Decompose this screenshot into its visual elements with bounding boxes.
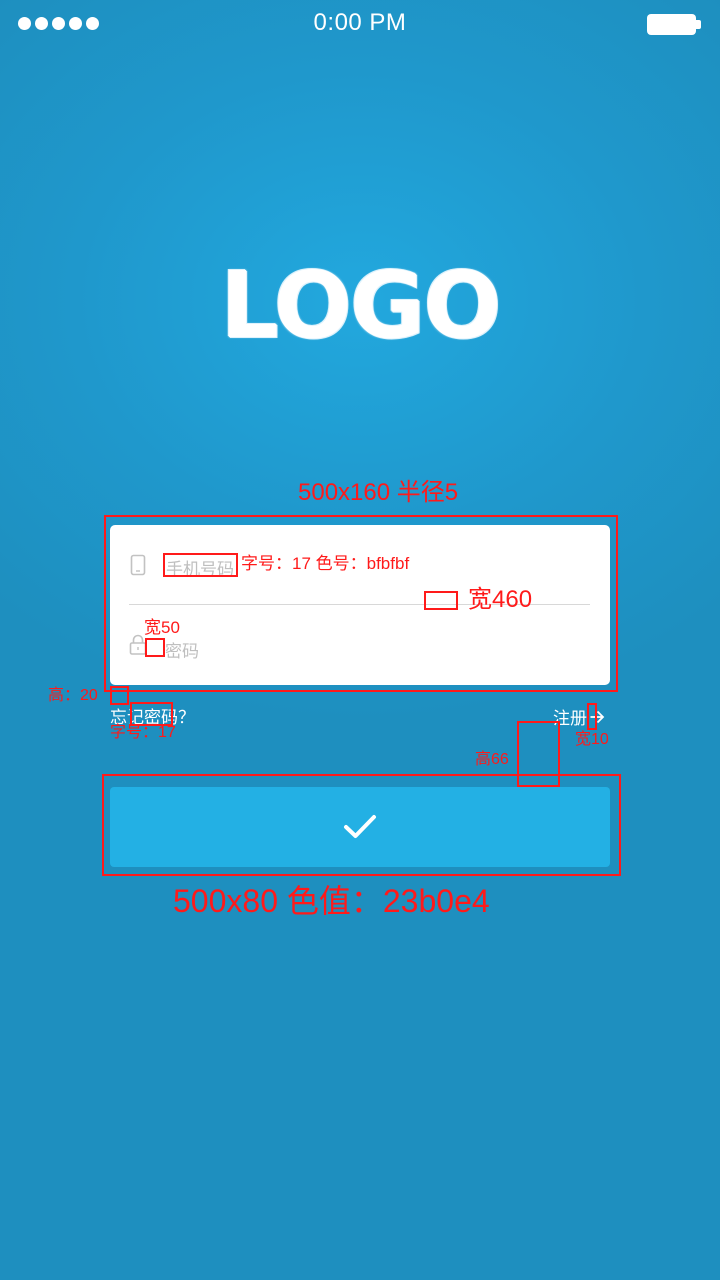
battery-icon (647, 14, 696, 35)
login-submit-button[interactable] (110, 787, 610, 867)
annotation-gap-height: 高：20 (48, 687, 98, 704)
status-bar: 0:00 PM (0, 0, 720, 50)
annotation-arrow-width: 宽10 (575, 731, 609, 748)
annotation-phone-font: 字号：17 色号：bfbfbf (241, 554, 410, 573)
annotation-icon-width: 宽50 (144, 618, 180, 637)
battery-tip (696, 20, 701, 29)
annotation-icon-box (145, 638, 165, 657)
register-link[interactable]: 注册 (553, 704, 605, 729)
password-input-placeholder[interactable]: 密码 (165, 637, 199, 662)
status-time: 0:00 PM (313, 9, 407, 36)
phone-icon (130, 554, 146, 576)
annotation-arrow-box (587, 703, 597, 730)
checkmark-icon (344, 815, 376, 838)
annotation-card-size: 500x160 半径5 (298, 479, 459, 506)
annotation-forgot-box (130, 702, 173, 726)
annotation-button-spec: 500x80 色值：23b0e4 (173, 883, 490, 919)
annotation-link-gap-height: 高66 (475, 751, 509, 768)
app-logo: LOGO (220, 252, 501, 359)
annotation-forgot-font: 字号：17 (110, 724, 176, 741)
annotation-phone-box (163, 553, 238, 577)
